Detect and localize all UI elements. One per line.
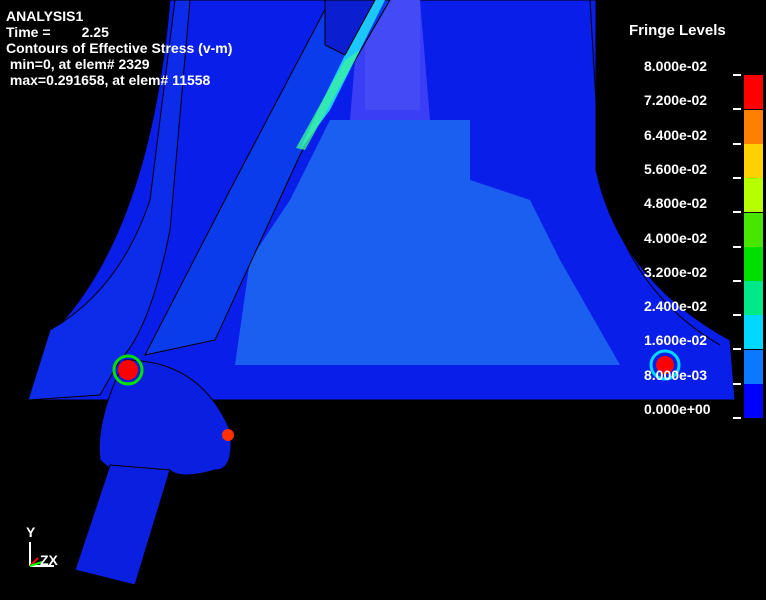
fringe-level-label: 1.600e-02	[644, 332, 708, 349]
fringe-level-swatch	[744, 143, 763, 178]
max-readout: max=0.291658, at elem# 11558	[6, 72, 211, 88]
fringe-level-swatch	[744, 349, 763, 384]
fringe-level-label: 3.200e-02	[644, 263, 708, 280]
fringe-level-swatch	[744, 109, 763, 144]
fea-viewport[interactable]: ANALYSIS1 Time = 2.25 Contours of Effect…	[0, 0, 766, 600]
fringe-level-tick	[733, 74, 741, 76]
fringe-level-tick	[733, 348, 741, 351]
fringe-level-label: 7.200e-02	[644, 92, 708, 109]
fringe-level-tick	[733, 176, 741, 179]
fringe-level-swatch	[744, 75, 763, 110]
fringe-level-tick	[733, 245, 741, 248]
fringe-level-tick	[733, 279, 741, 282]
min-readout: min=0, at elem# 2329	[6, 56, 150, 72]
fringe-level-tick	[733, 108, 741, 111]
fringe-level-tick	[733, 417, 741, 419]
fringe-level-swatch	[744, 315, 763, 350]
fringe-level-label: 4.000e-02	[644, 229, 708, 246]
fringe-level-label: 4.800e-02	[644, 195, 708, 212]
clapper-stem	[74, 464, 171, 586]
fringe-level-swatch	[744, 281, 763, 316]
axis-y-label: Y	[26, 524, 36, 540]
fringe-legend-title: Fringe Levels	[629, 22, 726, 39]
fringe-level-tick	[733, 382, 741, 385]
fringe-level-swatch	[744, 246, 763, 281]
fringe-level-label: 8.000e-02	[644, 58, 708, 74]
fringe-level-label: 0.000e+00	[644, 401, 711, 417]
fringe-level-tick	[733, 314, 741, 317]
fringe-level-tick	[733, 211, 741, 214]
contour-title: Contours of Effective Stress (v-m)	[6, 40, 233, 56]
hotspot-ball	[222, 429, 234, 441]
hotspot-left	[118, 360, 138, 380]
fringe-level-label: 5.600e-02	[644, 160, 708, 177]
fringe-level-label: 6.400e-02	[644, 126, 708, 143]
fringe-level-swatch	[744, 384, 763, 418]
analysis-name: ANALYSIS1	[6, 8, 84, 24]
fringe-level-label: 2.400e-02	[644, 298, 708, 315]
time-readout: Time = 2.25	[6, 24, 109, 40]
fringe-level-swatch	[744, 212, 763, 247]
fringe-level-swatch	[744, 178, 763, 213]
axis-zx-label: ZX	[40, 552, 58, 568]
fringe-level-tick	[733, 142, 741, 145]
fringe-level-label: 8.000e-03	[644, 366, 708, 383]
